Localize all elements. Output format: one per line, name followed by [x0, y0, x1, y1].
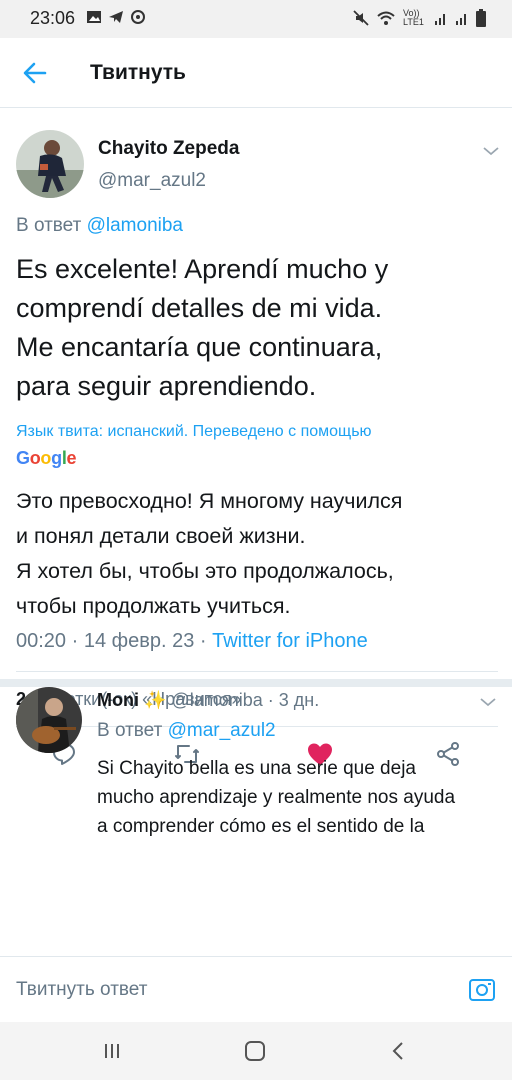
avatar-image [16, 687, 82, 753]
chevron-down-icon[interactable] [478, 695, 498, 709]
telegram-icon [109, 11, 123, 23]
reply-reply-to-line: В ответ @mar_azul2 [97, 720, 276, 742]
reply-input[interactable]: Твитнуть ответ [16, 979, 147, 1001]
meta-separator: · [71, 630, 84, 652]
mute-icon [353, 10, 369, 26]
reply-author-name[interactable]: Moni [97, 690, 139, 710]
recent-apps-button[interactable] [97, 1038, 127, 1064]
tweet-time: 00:20 [16, 630, 67, 652]
avatar[interactable] [16, 130, 84, 198]
arrow-left-icon [23, 62, 47, 84]
app-header: Твитнуть [0, 38, 512, 108]
status-notification-icons [86, 10, 146, 24]
signal-icon-2 [456, 14, 466, 25]
google-logo: Google [16, 448, 77, 468]
camera-icon [469, 979, 495, 1001]
back-nav-button[interactable] [383, 1038, 413, 1064]
compose-bar[interactable]: Твитнуть ответ [0, 956, 512, 1022]
reply-prefix: В ответ [16, 215, 82, 236]
home-button[interactable] [240, 1038, 270, 1064]
avatar-image [16, 130, 84, 198]
system-nav-bar [0, 1022, 512, 1080]
reply-text: Si Chayito bella es una serie que deja m… [97, 758, 456, 837]
recent-apps-icon [105, 1044, 119, 1058]
reply-to-line: В ответ @lamoniba [16, 215, 183, 237]
translation-note: Язык твита: испанский. Переведено с помо… [16, 423, 372, 440]
reply-author-handle[interactable]: @lamoniba [171, 690, 262, 710]
reply-mention-link[interactable]: @mar_azul2 [168, 720, 276, 741]
tweet-text: Es excelente! Aprendí mucho y comprendí … [16, 254, 389, 401]
chevron-left-icon [392, 1042, 403, 1060]
back-button[interactable] [18, 58, 52, 88]
meta-separator: · [199, 630, 213, 652]
wifi-icon [377, 11, 395, 25]
battery-icon [476, 9, 486, 27]
reply-avatar-image[interactable] [16, 687, 82, 753]
page-title: Твитнуть [90, 61, 186, 84]
tweet-source-link[interactable]: Twitter for iPhone [212, 630, 368, 652]
section-divider [0, 679, 512, 687]
reply-header: Moni ✨ @lamoniba · 3 дн. [97, 690, 319, 711]
reply-mention-link[interactable]: @lamoniba [87, 215, 183, 236]
translated-text: Это превосходно! Я многому научился и по… [16, 489, 403, 618]
signal-icon [435, 14, 445, 25]
notification-icon [131, 10, 145, 24]
tweet-date: 14 февр. 23 [83, 630, 195, 652]
tweet-meta: 00:20 · 14 февр. 23 · Twitter for iPhone [16, 630, 368, 653]
home-icon [245, 1041, 265, 1061]
sparkles-icon: ✨ [144, 690, 167, 710]
author-handle[interactable]: @mar_azul2 [98, 170, 206, 192]
author-name[interactable]: Chayito Zepeda [98, 138, 239, 160]
reply-prefix: В ответ [97, 720, 163, 741]
status-system-icons: Vo)) LTE1 [353, 9, 486, 27]
status-bar: 23:06 Vo)) LTE1 [0, 0, 512, 38]
camera-button[interactable] [468, 975, 496, 1003]
reply-age: 3 дн. [278, 690, 320, 710]
reply-tweet-content: Moni ✨ @lamoniba · 3 дн. В ответ @mar_az… [0, 687, 512, 954]
chevron-down-icon[interactable] [481, 144, 501, 158]
status-time: 23:06 [30, 8, 76, 28]
image-icon [87, 11, 101, 23]
meta-separator: · [267, 690, 279, 710]
network-label: Vo)) LTE1 [403, 8, 424, 27]
divider [16, 671, 498, 672]
